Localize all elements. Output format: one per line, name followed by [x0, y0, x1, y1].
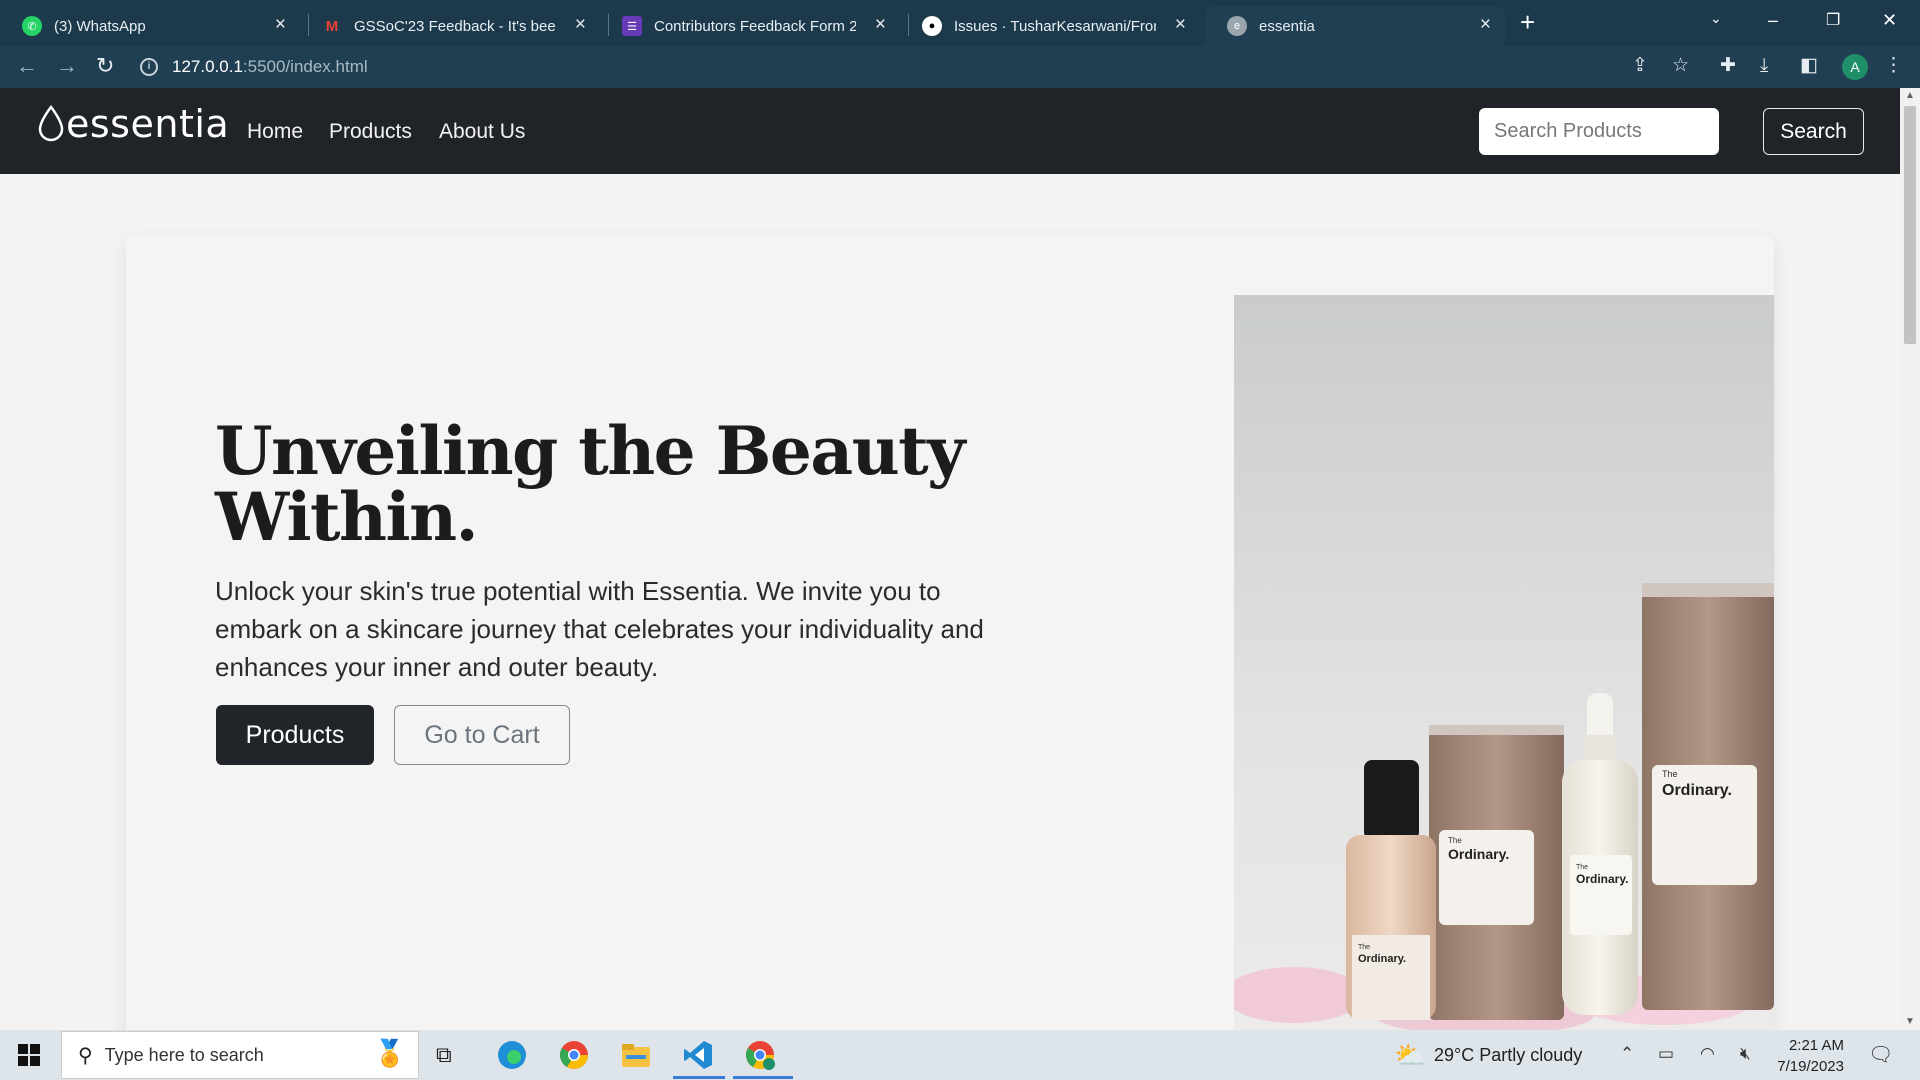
bookmark-star-icon[interactable]: ☆	[1672, 55, 1689, 77]
tab-title: (3) WhatsApp	[54, 17, 146, 35]
droplet-icon	[38, 104, 64, 142]
page-scrollbar[interactable]: ▲ ▼	[1900, 88, 1920, 1030]
url-host: 127.0.0.1	[172, 57, 243, 76]
tab-title: Issues · TusharKesarwani/Front-E	[954, 17, 1156, 35]
svg-text:The: The	[1358, 944, 1370, 951]
tab-title: essentia	[1259, 17, 1315, 35]
close-icon[interactable]: ×	[575, 15, 586, 35]
tab-search-chevron-icon[interactable]: ⌄	[1710, 10, 1722, 27]
forward-arrow-icon[interactable]: →	[56, 54, 78, 78]
download-icon[interactable]: ⤓	[1760, 55, 1768, 77]
notification-icon[interactable]: 🗨︎	[1868, 1042, 1893, 1067]
site-info-icon[interactable]: i	[140, 58, 158, 76]
svg-text:The: The	[1448, 836, 1462, 845]
new-tab-icon[interactable]: +	[1520, 9, 1535, 35]
browser-toolbar: ← → ↻ i 127.0.0.1 :5500/index.html ⇪ ☆ ✚…	[0, 46, 1920, 88]
tab-essentia[interactable]: e essentia ×	[1205, 6, 1505, 46]
svg-text:Ordinary.: Ordinary.	[1448, 846, 1509, 862]
svg-text:The: The	[1576, 864, 1588, 871]
share-icon[interactable]: ⇪	[1632, 55, 1648, 77]
nav-about-us[interactable]: About Us	[439, 120, 525, 144]
chrome-profile-icon[interactable]	[744, 1039, 778, 1071]
site-logo[interactable]: essentia	[36, 102, 229, 146]
windows-taskbar: ⚲ Type here to search 🏅 ⧉ ⛅ 29°C Partly …	[0, 1030, 1920, 1080]
file-explorer-icon[interactable]	[620, 1039, 654, 1071]
close-icon[interactable]: ×	[1480, 15, 1491, 35]
hero-description: Unlock your skin's true potential with E…	[215, 576, 984, 682]
search-highlight-icon: 🏅	[373, 1038, 406, 1068]
clock-date: 7/19/2023	[1777, 1058, 1844, 1075]
svg-text:The: The	[1662, 769, 1678, 779]
taskbar-search-box[interactable]: ⚲ Type here to search 🏅	[61, 1031, 419, 1079]
restore-icon[interactable]: ❐	[1826, 10, 1840, 30]
logo-text: essentia	[66, 102, 230, 146]
weather-partly-cloudy-icon: ⛅	[1394, 1040, 1427, 1070]
weather-text[interactable]: 29°C Partly cloudy	[1434, 1045, 1582, 1066]
address-bar[interactable]: i 127.0.0.1 :5500/index.html	[140, 51, 1660, 83]
wifi-icon[interactable]: ◠	[1700, 1044, 1715, 1064]
tab-whatsapp[interactable]: ✆ (3) WhatsApp ×	[0, 6, 300, 46]
gmail-icon: M	[325, 17, 339, 35]
close-icon[interactable]: ×	[275, 15, 286, 35]
search-icon: ⚲	[78, 1044, 93, 1067]
scroll-down-arrow-icon[interactable]: ▼	[1905, 1016, 1915, 1027]
site-navbar: essentia Home Products About Us Search	[0, 88, 1900, 174]
system-clock[interactable]: 2:21 AM 7/19/2023	[1764, 1035, 1844, 1077]
products-button[interactable]: Products	[216, 705, 374, 765]
window-close-icon[interactable]: ✕	[1882, 10, 1897, 31]
edge-icon[interactable]	[496, 1039, 530, 1071]
search-input[interactable]	[1479, 108, 1719, 155]
whatsapp-icon: ✆	[22, 16, 42, 36]
svg-text:Ordinary.: Ordinary.	[1662, 782, 1732, 799]
side-panel-icon[interactable]: ◧	[1800, 55, 1818, 77]
close-icon[interactable]: ×	[1175, 15, 1186, 35]
tab-github-issues[interactable]: ● Issues · TusharKesarwani/Front-E ×	[900, 6, 1200, 46]
tab-title: Contributors Feedback Form 202	[654, 17, 856, 35]
taskbar-search-placeholder: Type here to search	[104, 1044, 264, 1065]
task-view-icon[interactable]: ⧉	[436, 1042, 470, 1074]
go-to-cart-button[interactable]: Go to Cart	[394, 705, 570, 765]
search-button[interactable]: Search	[1763, 108, 1864, 155]
tab-title: GSSoC'23 Feedback - It's been 2	[354, 17, 556, 35]
active-app-indicator	[733, 1076, 793, 1079]
show-hidden-icons-chevron-icon[interactable]: ⌃	[1620, 1044, 1634, 1064]
hero-title: Unveiling the Beauty Within.	[215, 412, 966, 556]
scroll-thumb[interactable]	[1904, 106, 1916, 344]
github-icon: ●	[922, 16, 942, 36]
svg-text:Ordinary.: Ordinary.	[1576, 872, 1628, 886]
clock-time: 2:21 AM	[1788, 1037, 1844, 1054]
reload-icon[interactable]: ↻	[96, 54, 114, 78]
tab-gmail[interactable]: M GSSoC'23 Feedback - It's been 2 ×	[300, 6, 600, 46]
globe-icon: e	[1227, 16, 1247, 36]
tab-feedback-form[interactable]: ☰ Contributors Feedback Form 202 ×	[600, 6, 900, 46]
forms-icon: ☰	[622, 16, 642, 36]
nav-products[interactable]: Products	[329, 120, 412, 144]
windows-start-icon[interactable]	[18, 1044, 40, 1066]
scroll-up-arrow-icon[interactable]: ▲	[1905, 90, 1915, 101]
active-app-indicator	[673, 1076, 725, 1079]
nav-home[interactable]: Home	[247, 120, 303, 144]
profile-avatar[interactable]: A	[1842, 54, 1868, 80]
close-icon[interactable]: ×	[875, 15, 886, 35]
extensions-icon[interactable]: ✚	[1720, 55, 1736, 77]
battery-icon[interactable]: ▭	[1658, 1044, 1674, 1064]
url-path: :5500/index.html	[242, 57, 368, 76]
minimize-icon[interactable]: –	[1768, 10, 1778, 31]
volume-muted-icon[interactable]: 🔇︎	[1740, 1044, 1751, 1064]
back-arrow-icon[interactable]: ←	[16, 54, 38, 78]
skincare-products-image: The Ordinary. The Ordinary. The Ordinary…	[1234, 295, 1774, 1030]
chrome-icon[interactable]	[558, 1039, 592, 1071]
menu-kebab-icon[interactable]: ⋮	[1884, 55, 1903, 77]
svg-text:Ordinary.: Ordinary.	[1358, 953, 1406, 965]
browser-tab-strip: ✆ (3) WhatsApp × M GSSoC'23 Feedback - I…	[0, 0, 1920, 46]
vscode-icon[interactable]	[682, 1039, 716, 1071]
